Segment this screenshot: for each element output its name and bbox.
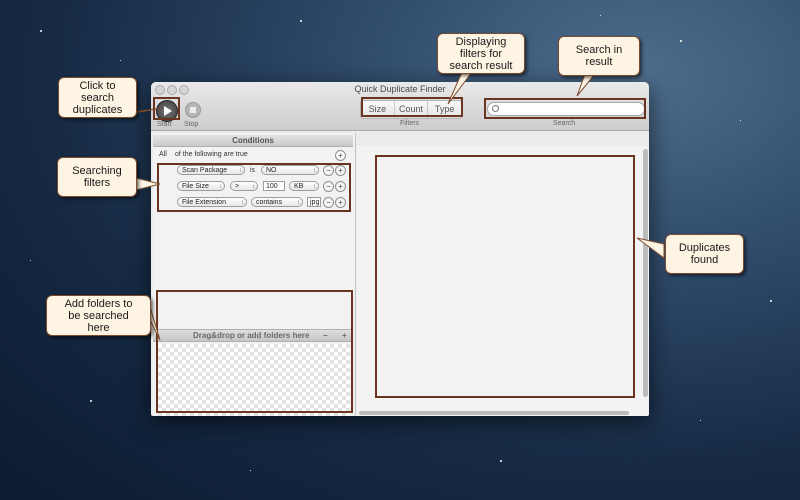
filters-pointer <box>447 71 473 105</box>
start-callout: Click to search duplicates <box>58 77 137 118</box>
duplicates-callout: Duplicates found <box>665 234 744 274</box>
filters-display-callout: Displaying filters for search result <box>437 33 525 74</box>
search-filters-callout: Searching filters <box>57 157 137 197</box>
search-pointer <box>576 73 597 97</box>
duplicates-pointer <box>636 237 665 259</box>
filters-side-pointer <box>135 177 161 191</box>
folders-pointer <box>149 306 161 341</box>
folders-callout: Add folders to be searched here <box>46 295 151 336</box>
search-callout: Search in result <box>558 36 640 76</box>
